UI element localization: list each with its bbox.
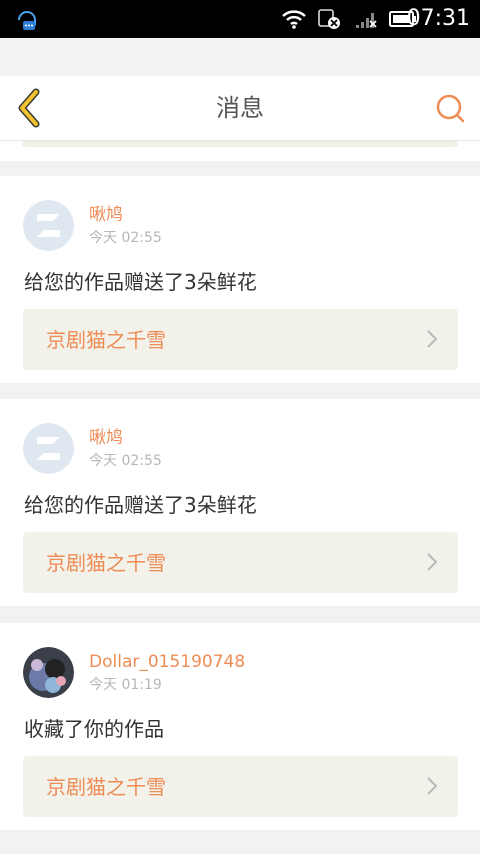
default-avatar-icon[interactable] (23, 423, 74, 474)
search-icon[interactable] (434, 92, 466, 124)
chevron-right-icon (427, 777, 438, 795)
status-bar: 07:31 (0, 0, 480, 38)
work-link[interactable]: 京剧猫之千雪 (23, 756, 458, 817)
work-link[interactable]: 京剧猫之千雪 (23, 309, 458, 370)
chevron-right-icon (427, 553, 438, 571)
previous-card-edge (0, 141, 480, 161)
work-title: 京剧猫之千雪 (46, 775, 166, 799)
work-link[interactable]: 京剧猫之千雪 (23, 532, 458, 593)
chevron-right-icon (427, 330, 438, 348)
default-avatar-icon[interactable] (23, 200, 74, 251)
work-title: 京剧猫之千雪 (46, 551, 166, 575)
username[interactable]: Dollar_015190748 (89, 651, 245, 673)
status-time: 07:31 (406, 6, 470, 31)
message-time: 今天 02:55 (89, 453, 162, 469)
username[interactable]: 啾鸠 (89, 427, 123, 449)
message-card: Dollar_015190748 今天 01:19 收藏了你的作品 京剧猫之千雪 (0, 623, 480, 830)
wifi-icon (282, 10, 306, 29)
signal-icon (356, 13, 377, 28)
previous-card-link-edge (22, 141, 458, 147)
message-card: 啾鸠 今天 02:55 给您的作品赠送了3朵鲜花 京剧猫之千雪 (0, 399, 480, 606)
data-off-icon (318, 9, 340, 29)
message-time: 今天 02:55 (89, 230, 162, 246)
message-text: 给您的作品赠送了3朵鲜花 (24, 493, 257, 517)
username[interactable]: 啾鸠 (89, 204, 123, 226)
message-text: 收藏了你的作品 (24, 717, 164, 741)
work-title: 京剧猫之千雪 (46, 328, 166, 352)
message-text: 给您的作品赠送了3朵鲜花 (24, 270, 257, 294)
notification-icon (18, 11, 36, 30)
message-card: 啾鸠 今天 02:55 给您的作品赠送了3朵鲜花 京剧猫之千雪 (0, 176, 480, 383)
user-photo-avatar[interactable] (23, 647, 74, 698)
app-header: 消息 (0, 76, 480, 141)
page-title: 消息 (216, 94, 264, 122)
message-time: 今天 01:19 (89, 677, 162, 693)
